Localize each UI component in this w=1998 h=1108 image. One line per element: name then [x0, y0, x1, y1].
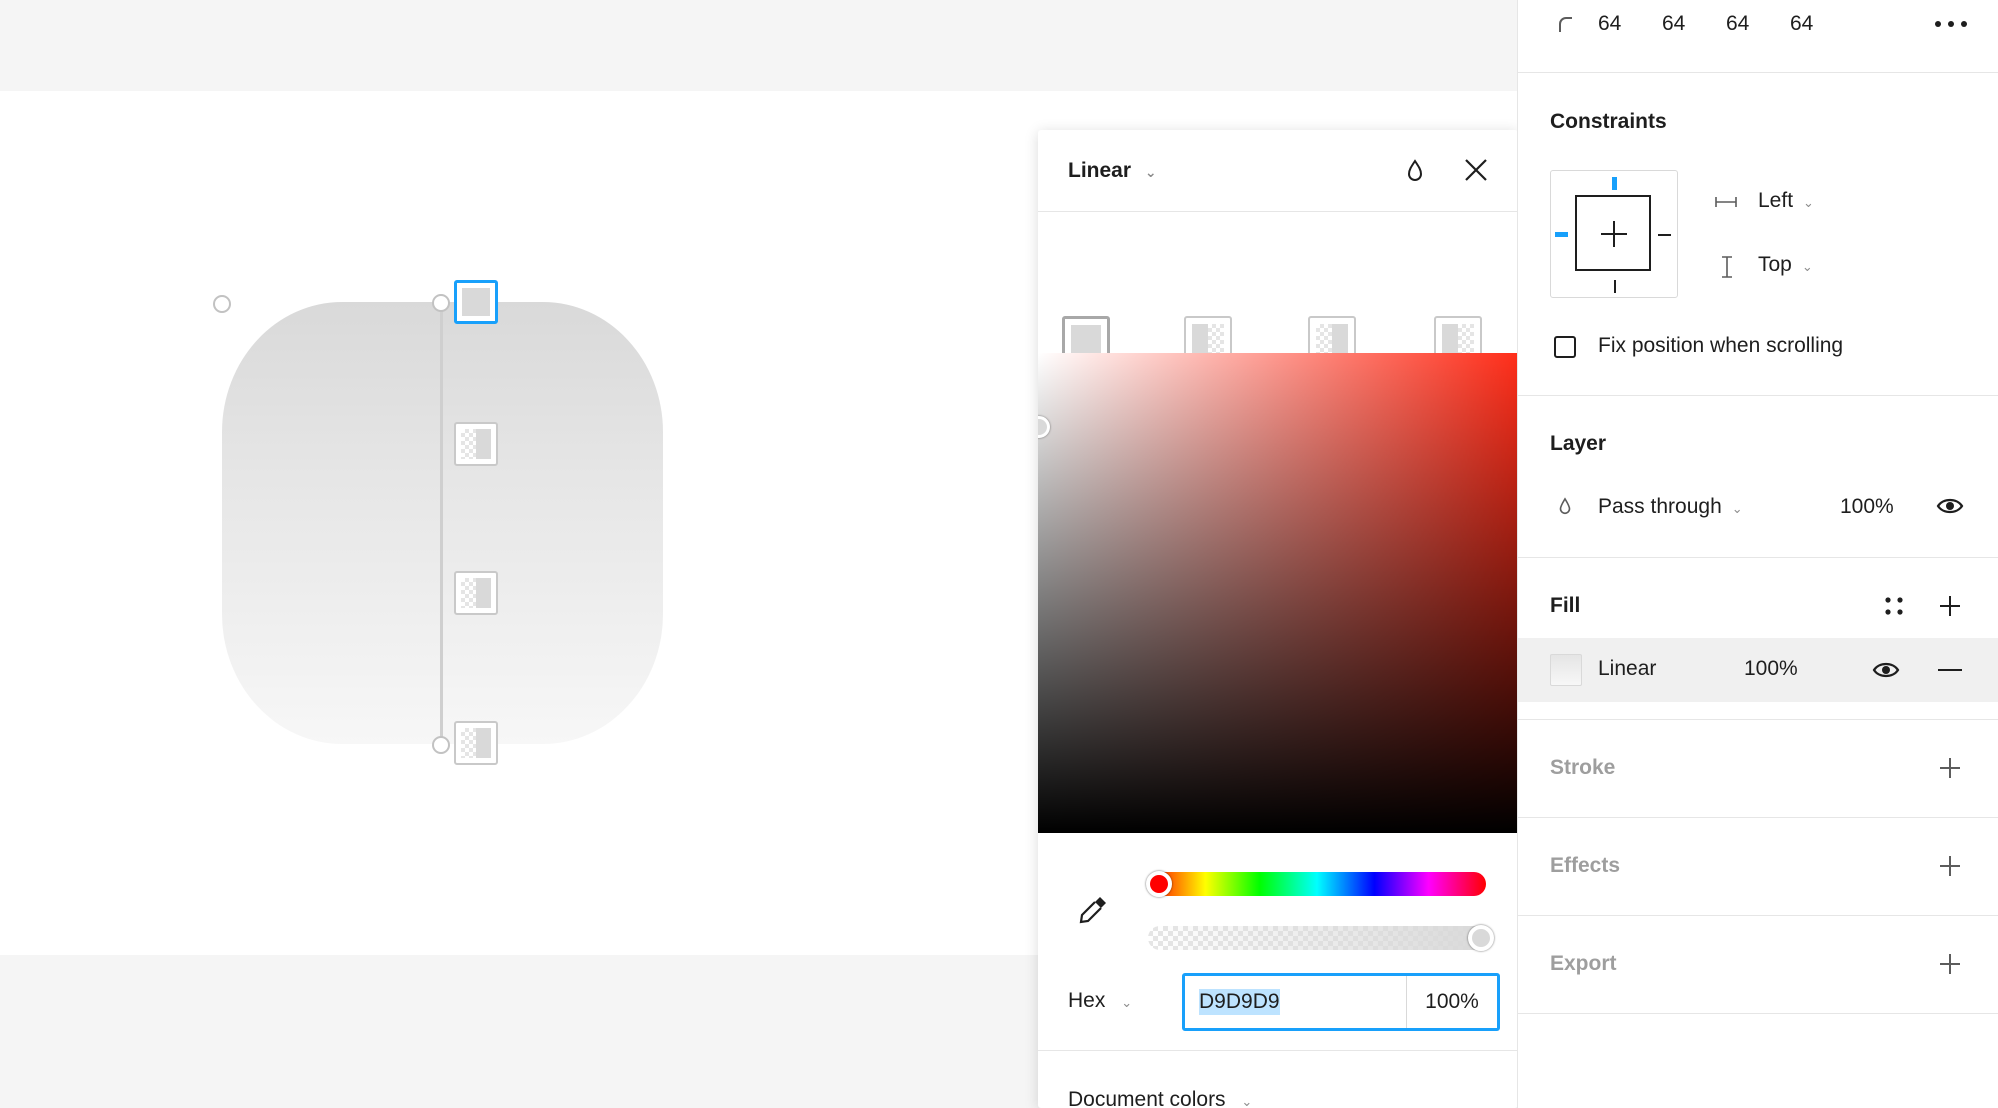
add-fill-plus-icon[interactable]	[1938, 594, 1962, 618]
stop-swatch	[461, 578, 491, 608]
editor-root: Linear ⌄ Hex ⌄ D9D9D9 100% Document colo…	[0, 0, 1998, 1108]
stop-swatch	[462, 288, 490, 316]
canvas-gradient-stop-2[interactable]	[454, 422, 498, 466]
export-title: Export	[1550, 952, 1617, 975]
layer-opacity-input[interactable]: 100%	[1840, 495, 1894, 519]
constraints-title: Constraints	[1550, 110, 1667, 133]
canvas-gradient-stop-4[interactable]	[454, 721, 498, 765]
gradient-width-handle[interactable]	[213, 295, 231, 313]
fill-opacity-input[interactable]: 100%	[1744, 657, 1798, 681]
color-model-label: Hex	[1068, 989, 1106, 1012]
visibility-eye-icon[interactable]	[1936, 496, 1964, 516]
corner-radius-section: 64 64 64 64	[1518, 0, 1998, 73]
blend-mode-value: Pass through	[1598, 495, 1722, 518]
constraints-section: Constraints Left ⌄ Top ⌄ Fix position wh…	[1518, 73, 1998, 396]
horizontal-constraint-value: Left	[1758, 189, 1794, 212]
chevron-down-icon: ⌄	[1121, 995, 1133, 1010]
chevron-down-icon: ⌄	[1803, 195, 1814, 210]
constraint-inner-box	[1575, 195, 1651, 271]
stop-swatch	[461, 728, 491, 758]
properties-panel: 64 64 64 64 Constraints Left ⌄ Top ⌄ Fix…	[1517, 0, 1998, 1108]
hue-slider[interactable]	[1146, 871, 1486, 897]
saturation-value-picker[interactable]	[1038, 353, 1518, 833]
constraint-left-marker[interactable]	[1555, 232, 1568, 237]
corner-radius-top-right[interactable]: 64	[1662, 12, 1685, 36]
opacity-slider[interactable]	[1148, 926, 1486, 950]
vertical-constraint-value: Top	[1758, 253, 1792, 276]
hex-value: D9D9D9	[1199, 989, 1280, 1015]
fill-type-label[interactable]: Linear	[1598, 657, 1656, 681]
fill-layer-row[interactable]: Linear 100%	[1518, 638, 1998, 702]
fill-visibility-eye-icon[interactable]	[1872, 660, 1900, 680]
color-handle[interactable]	[1038, 416, 1050, 438]
fill-title: Fill	[1550, 594, 1581, 617]
close-icon[interactable]	[1460, 154, 1492, 186]
constraints-widget[interactable]	[1550, 170, 1678, 298]
constraint-bottom-marker[interactable]	[1614, 280, 1616, 293]
blend-mode-drop-icon[interactable]	[1400, 156, 1430, 186]
fill-swatch[interactable]	[1550, 654, 1582, 686]
canvas-gradient-stop-1[interactable]	[454, 280, 498, 324]
export-section: Export	[1518, 916, 1998, 1014]
constraint-top-marker[interactable]	[1612, 177, 1617, 190]
corner-radius-bottom-right[interactable]: 64	[1726, 12, 1749, 36]
add-export-plus-icon[interactable]	[1938, 952, 1962, 976]
color-model-dropdown[interactable]: Hex ⌄	[1068, 989, 1132, 1013]
chevron-down-icon: ⌄	[1241, 1094, 1253, 1108]
chevron-down-icon: ⌄	[1144, 163, 1157, 180]
chevron-down-icon: ⌄	[1731, 501, 1743, 516]
more-options-icon[interactable]	[1934, 20, 1968, 28]
fix-position-checkbox[interactable]	[1554, 336, 1576, 358]
horizontal-constraint-icon	[1715, 197, 1737, 207]
color-value-row: Hex ⌄ D9D9D9 100%	[1038, 973, 1518, 1031]
alpha-input[interactable]: 100%	[1407, 976, 1497, 1028]
gradient-stops-editor	[1038, 212, 1518, 424]
vertical-constraint-dropdown[interactable]: Top ⌄	[1758, 253, 1813, 277]
stop-swatch	[461, 429, 491, 459]
blend-mode-icon	[1559, 497, 1571, 515]
gradient-start-handle[interactable]	[432, 294, 450, 312]
layer-title: Layer	[1550, 432, 1607, 455]
styles-grid-icon[interactable]	[1884, 596, 1904, 616]
constraint-right-marker[interactable]	[1658, 234, 1671, 236]
add-stroke-plus-icon[interactable]	[1938, 756, 1962, 780]
corner-radius-top-left[interactable]: 64	[1598, 12, 1621, 36]
fix-position-label: Fix position when scrolling	[1598, 334, 1844, 357]
opacity-slider-knob[interactable]	[1468, 925, 1494, 951]
gradient-line[interactable]	[440, 302, 443, 745]
document-colors-dropdown[interactable]: Document colors ⌄	[1068, 1088, 1252, 1108]
stroke-title: Stroke	[1550, 756, 1616, 779]
gradient-end-handle[interactable]	[432, 736, 450, 754]
picker-header: Linear ⌄	[1038, 130, 1518, 212]
stroke-section: Stroke	[1518, 720, 1998, 818]
hex-input[interactable]: D9D9D9	[1185, 976, 1407, 1028]
effects-title: Effects	[1550, 854, 1621, 877]
remove-fill-minus-icon[interactable]	[1938, 668, 1962, 672]
divider	[1038, 1050, 1518, 1051]
color-picker-popup: Linear ⌄ Hex ⌄ D9D9D9 100% Document colo…	[1038, 130, 1518, 1108]
vertical-constraint-icon	[1722, 256, 1732, 278]
blend-mode-dropdown[interactable]: Pass through ⌄	[1598, 495, 1743, 519]
opacity-slider-track	[1148, 926, 1486, 950]
corner-radius-bottom-left[interactable]: 64	[1790, 12, 1813, 36]
canvas-gradient-stop-3[interactable]	[454, 571, 498, 615]
corner-radius-icon	[1559, 17, 1572, 32]
add-effect-plus-icon[interactable]	[1938, 854, 1962, 878]
gradient-type-dropdown[interactable]: Linear ⌄	[1068, 159, 1157, 183]
horizontal-constraint-dropdown[interactable]: Left ⌄	[1758, 189, 1814, 213]
document-colors-label: Document colors	[1068, 1088, 1226, 1108]
effects-section: Effects	[1518, 818, 1998, 916]
chevron-down-icon: ⌄	[1801, 259, 1813, 274]
gradient-type-label: Linear	[1068, 158, 1132, 182]
layer-section: Layer Pass through ⌄ 100%	[1518, 396, 1998, 558]
hex-field-group: D9D9D9 100%	[1182, 973, 1500, 1031]
hue-slider-knob[interactable]	[1146, 871, 1172, 897]
eyedropper-icon[interactable]	[1076, 893, 1110, 927]
